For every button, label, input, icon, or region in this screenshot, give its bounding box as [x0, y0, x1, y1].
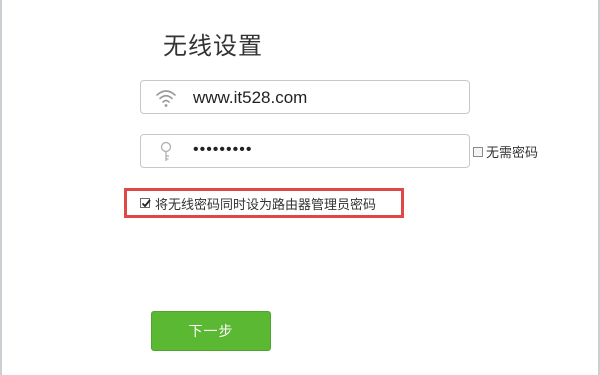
set-admin-password-checkbox[interactable]	[140, 198, 151, 208]
key-icon	[155, 141, 177, 163]
no-password-checkbox-box[interactable]	[473, 146, 483, 157]
checkmark-icon	[141, 199, 151, 208]
ssid-value: www.it528.com	[193, 88, 308, 107]
left-border	[0, 0, 2, 375]
page-title: 无线设置	[163, 32, 263, 60]
password-field[interactable]: •••••••••	[140, 134, 470, 168]
wifi-icon	[155, 87, 177, 109]
ssid-field[interactable]: www.it528.com	[140, 80, 470, 114]
next-button[interactable]: 下一步	[151, 311, 271, 351]
password-value: •••••••••	[193, 141, 253, 158]
no-password-label: 无需密码	[486, 146, 539, 161]
wireless-settings-page: 无线设置 www.it528.com ••••••••• 无需密码 将无线密码同…	[0, 0, 600, 375]
no-password-checkbox[interactable]: 无需密码	[473, 142, 538, 161]
set-admin-password-option[interactable]: 将无线密码同时设为路由器管理员密码	[124, 188, 404, 218]
set-admin-password-label: 将无线密码同时设为路由器管理员密码	[155, 197, 377, 213]
